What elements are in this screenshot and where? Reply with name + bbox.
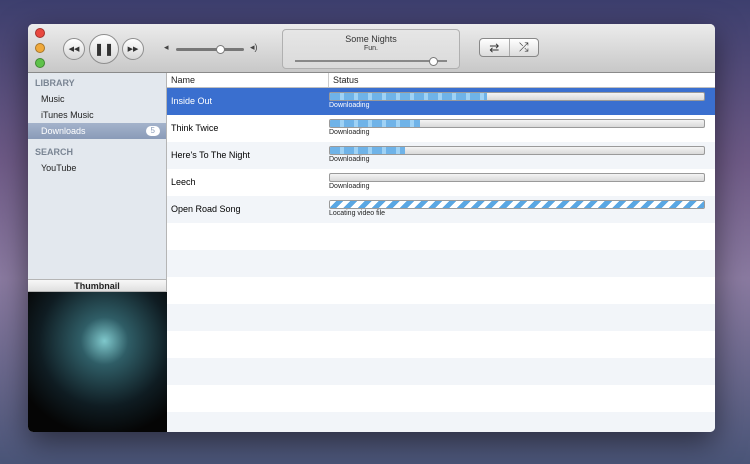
empty-row [167,358,715,385]
pause-icon: ❚❚ [93,42,115,56]
rewind-button[interactable]: ◀◀ [63,38,85,60]
column-header-name[interactable]: Name [167,73,329,87]
table-row[interactable]: Here's To The Night Downloading [167,142,715,169]
progress-bar [329,173,705,182]
toolbar: ◀◀ ❚❚ ▶▶ ◂ ◂) Some Nights Fun. ⇄ ⤮ [28,24,715,73]
sidebar-item-label: Music [41,94,65,104]
progress-bar [329,200,705,209]
volume-high-icon: ◂) [250,42,258,52]
table-row[interactable]: Leech Downloading [167,169,715,196]
rewind-icon: ◀◀ [68,46,80,53]
track-name: Think Twice [171,123,219,133]
track-name: Open Road Song [171,204,241,214]
table-row[interactable]: Inside Out Downloading [167,88,715,115]
progress-bar [329,119,705,128]
status-text: Downloading [329,156,370,163]
position-slider[interactable] [295,57,447,66]
forward-icon: ▶▶ [127,46,139,53]
empty-row [167,277,715,304]
track-name: Inside Out [171,96,213,106]
volume-knob[interactable] [216,45,226,54]
empty-row [167,250,715,277]
zoom-button[interactable] [35,58,45,68]
progress-fill [330,120,420,127]
status-text: Downloading [329,129,370,136]
column-header-status[interactable]: Status [329,73,359,87]
pause-button[interactable]: ❚❚ [89,34,119,64]
downloads-count-badge: 5 [145,126,160,136]
sidebar-item-label: YouTube [41,163,77,173]
table-row[interactable]: Think Twice Downloading [167,115,715,142]
now-playing-display: Some Nights Fun. [282,29,460,69]
empty-row [167,385,715,412]
volume-slider[interactable] [176,45,244,54]
sidebar-item-music[interactable]: Music [28,91,166,107]
position-knob[interactable] [429,57,439,66]
track-name: Here's To The Night [171,150,250,160]
empty-row [167,331,715,358]
sidebar-item-label: iTunes Music [41,110,94,120]
search-header: SEARCH [35,147,74,157]
progress-bar [329,92,705,101]
track-name: Leech [171,177,196,187]
progress-bar [329,146,705,155]
close-button[interactable] [35,28,45,38]
indeterminate-progress [330,201,704,208]
forward-button[interactable]: ▶▶ [122,38,144,60]
repeat-icon[interactable]: ⇄ [480,39,510,56]
downloads-table: Name Status Inside Out Downloading Think T… [167,73,715,432]
empty-row [167,412,715,432]
playback-mode-control: ⇄ ⤮ [479,38,539,57]
progress-fill [330,147,405,154]
table-header: Name Status [167,73,715,88]
sidebar-item-youtube[interactable]: YouTube [28,160,166,176]
status-text: Locating video file [329,210,386,217]
empty-row [167,304,715,331]
artist-name: Fun. [363,45,378,52]
library-header: LIBRARY [35,78,75,88]
thumbnail-header: Thumbnail [28,279,167,292]
sidebar-item-itunes-music[interactable]: iTunes Music [28,107,166,123]
song-title: Some Nights [345,34,397,44]
sidebar-item-label: Downloads [41,126,86,136]
minimize-button[interactable] [35,43,45,53]
sidebar-item-downloads[interactable]: Downloads 5 [28,123,166,139]
status-text: Downloading [329,102,370,109]
sidebar: LIBRARY Music iTunes Music Downloads 5 SE… [28,73,167,279]
volume-low-icon: ◂ [164,42,169,52]
progress-fill [330,93,488,100]
status-text: Downloading [329,183,370,190]
app-window: ◀◀ ❚❚ ▶▶ ◂ ◂) Some Nights Fun. ⇄ ⤮ LIBRA… [28,24,715,432]
empty-row [167,223,715,250]
thumbnail-image [28,292,167,432]
table-row[interactable]: Open Road Song Locating video file [167,196,715,223]
shuffle-icon[interactable]: ⤮ [510,39,539,56]
